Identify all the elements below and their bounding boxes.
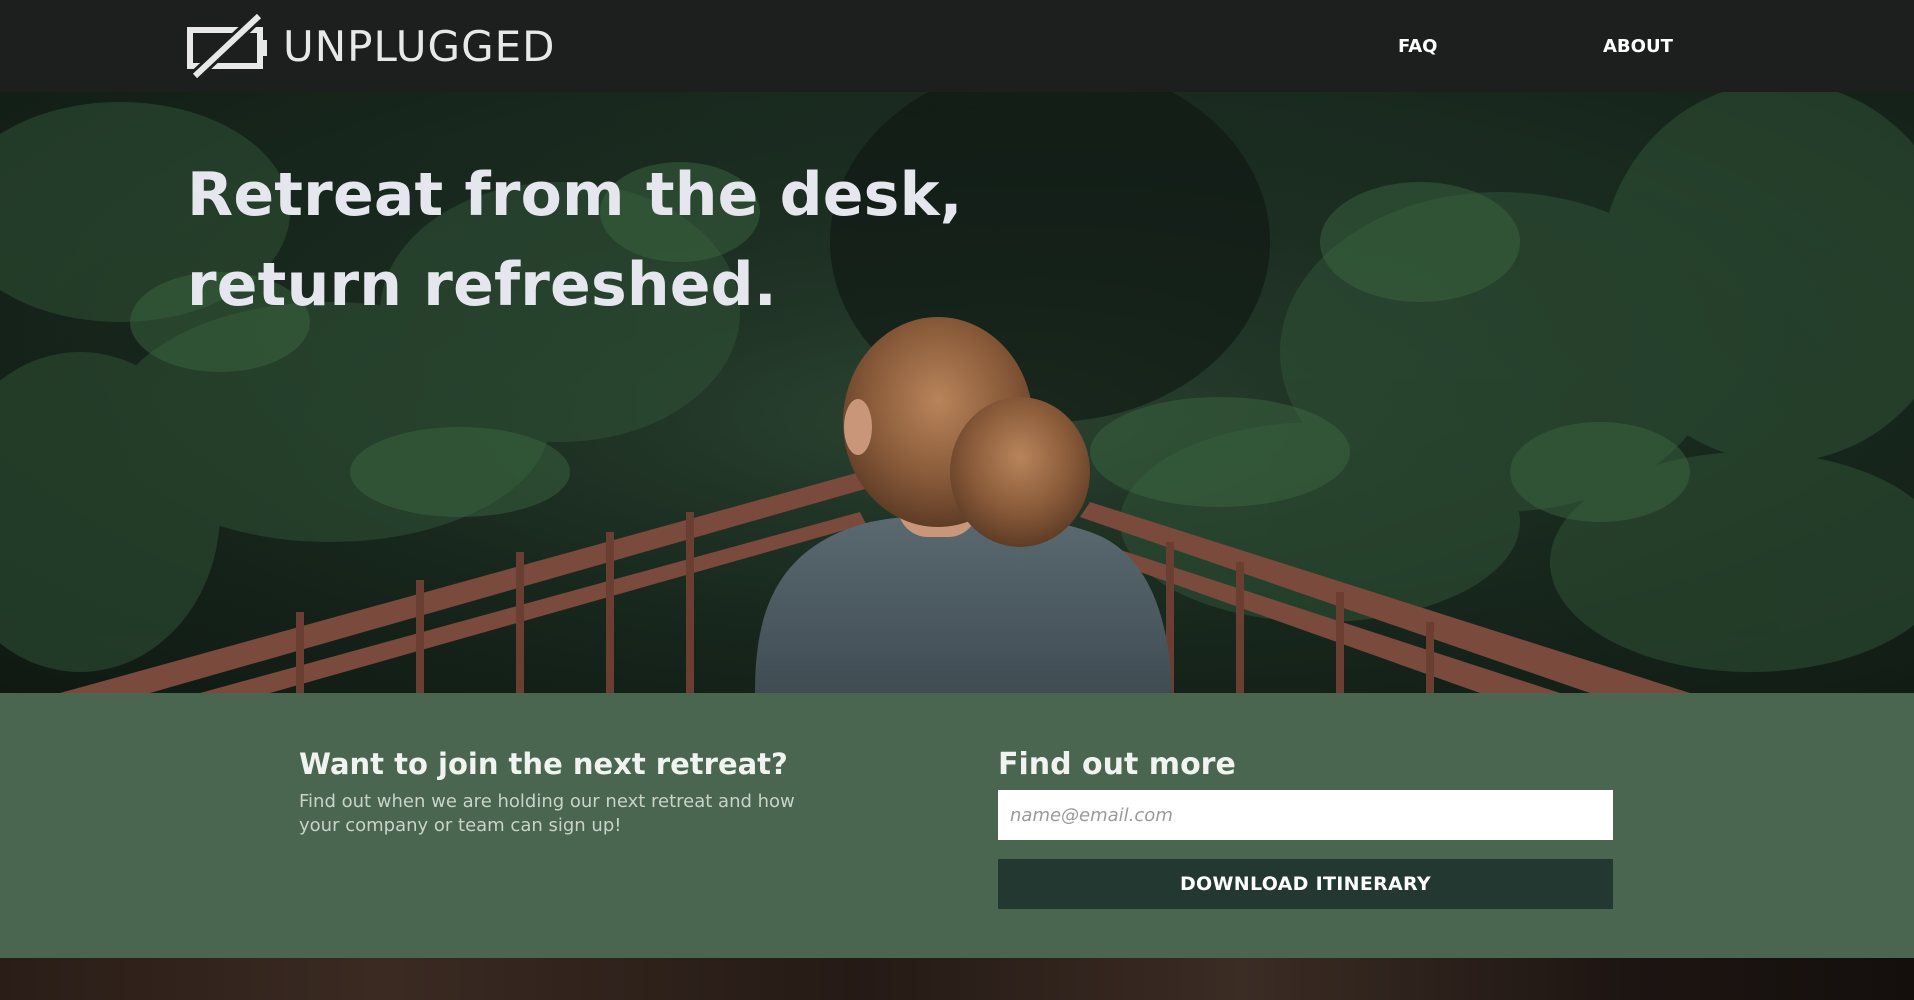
- top-navbar: UNPLUGGED FAQ ABOUT: [0, 0, 1914, 92]
- next-section-image-strip: [0, 958, 1914, 1000]
- hero-title: Retreat from the desk, return refreshed.: [187, 160, 963, 320]
- hero-section: Retreat from the desk, return refreshed.: [0, 92, 1914, 693]
- brand-name: UNPLUGGED: [283, 21, 556, 71]
- battery-slash-icon: [187, 14, 267, 78]
- brand-logo[interactable]: UNPLUGGED: [187, 14, 556, 78]
- download-itinerary-button[interactable]: DOWNLOAD ITINERARY: [998, 859, 1613, 909]
- nav-link-faq[interactable]: FAQ: [1398, 36, 1437, 57]
- find-out-more-heading: Find out more: [998, 747, 1236, 782]
- nav-link-about[interactable]: ABOUT: [1603, 36, 1673, 57]
- join-description: Find out when we are holding our next re…: [299, 791, 795, 836]
- join-heading: Want to join the next retreat?: [299, 747, 788, 781]
- signup-section: Want to join the next retreat? Find out …: [0, 693, 1914, 958]
- email-input[interactable]: [998, 790, 1613, 840]
